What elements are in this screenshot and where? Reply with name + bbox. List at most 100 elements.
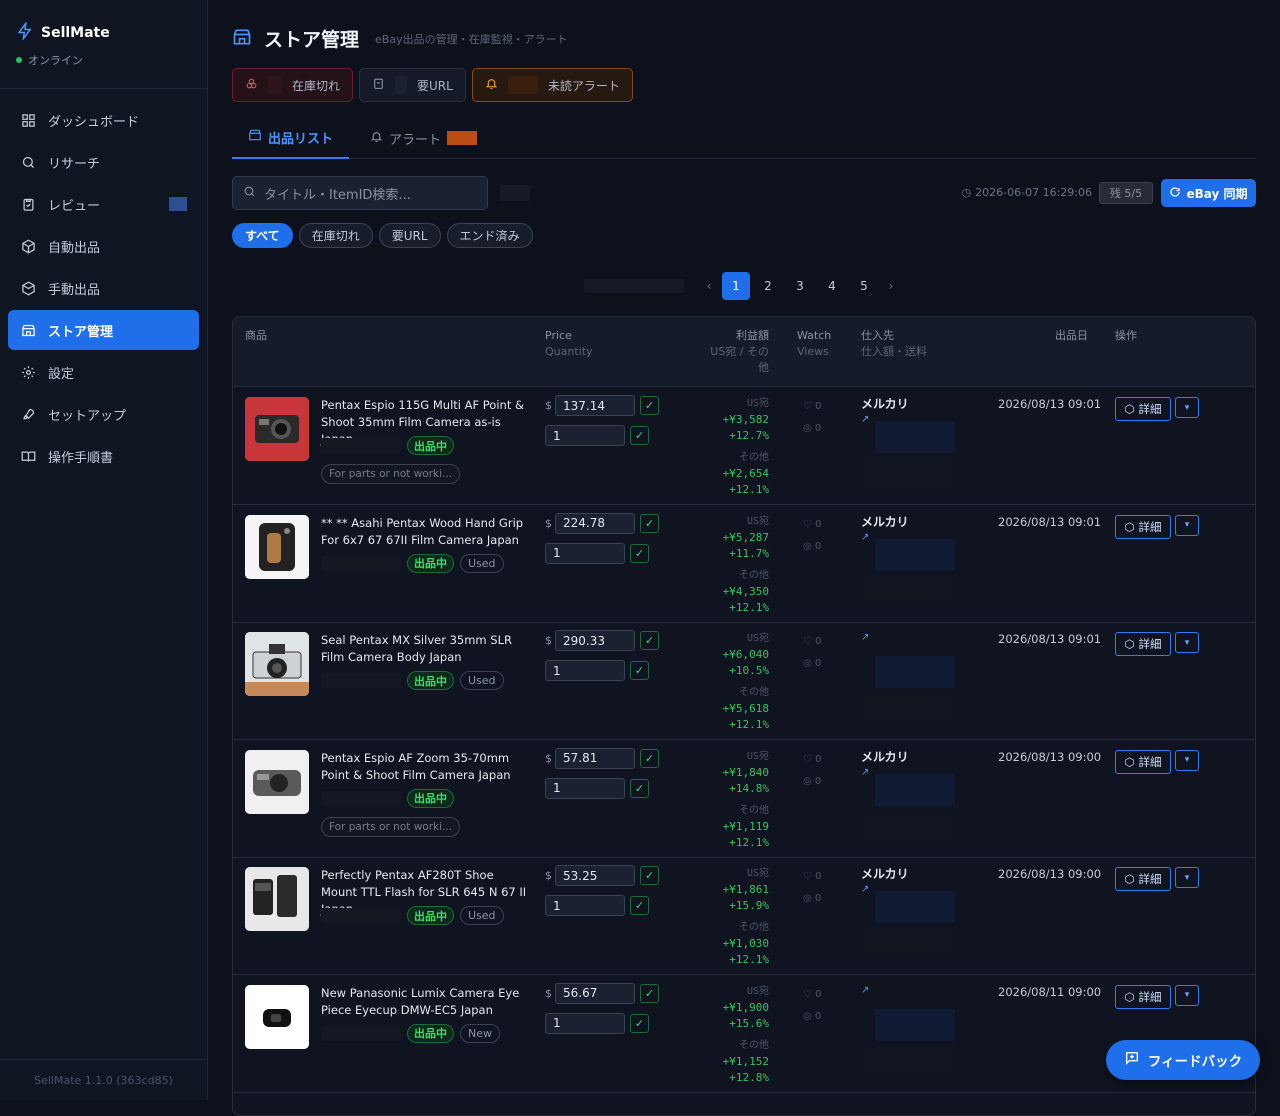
check-icon[interactable]: ✓ bbox=[630, 778, 649, 798]
on-sale-badge: 出品中 bbox=[407, 671, 454, 690]
watch-views-cell: ♡ 0 ◎ 0 bbox=[803, 514, 822, 558]
chevron-down-icon[interactable]: ▾ bbox=[1175, 514, 1199, 536]
product-thumbnail[interactable] bbox=[245, 867, 309, 931]
check-icon[interactable]: ✓ bbox=[630, 426, 649, 445]
supplier-shipping bbox=[861, 692, 953, 722]
product-title[interactable]: Seal Pentax MX Silver 35mm SLR Film Came… bbox=[321, 632, 531, 666]
filter-all[interactable]: すべて bbox=[232, 223, 293, 248]
brand[interactable]: SellMate bbox=[16, 20, 110, 44]
filter-out-of-stock[interactable]: 在庫切れ bbox=[298, 223, 373, 248]
sidebar-item-label: セットアップ bbox=[48, 408, 127, 424]
filter-need-url[interactable]: 要URL bbox=[378, 223, 441, 248]
out-of-stock-chip[interactable]: 在庫切れ bbox=[232, 68, 354, 102]
quantity-input[interactable]: 1 bbox=[545, 542, 625, 564]
sidebar-item-manual-listing[interactable]: 手動出品 bbox=[8, 268, 199, 308]
chevron-down-icon[interactable]: ▾ bbox=[1175, 867, 1199, 888]
quantity-input[interactable]: 1 bbox=[545, 895, 625, 916]
condition-note: For parts or not worki... bbox=[321, 464, 461, 484]
feedback-button[interactable]: フィードバック bbox=[1106, 1040, 1260, 1080]
col-quantity-label: Quantity bbox=[545, 345, 593, 358]
sidebar-item-auto-listing[interactable]: 自動出品 bbox=[8, 226, 199, 266]
sidebar-item-manual[interactable]: 操作手順書 bbox=[8, 436, 199, 476]
supplier-shipping bbox=[861, 574, 953, 605]
price-input[interactable]: 57.81 bbox=[555, 747, 635, 769]
quantity-input[interactable]: 1 bbox=[545, 777, 625, 799]
product-title[interactable]: Pentax Espio AF Zoom 35-70mm Point & Sho… bbox=[321, 750, 531, 784]
search-input[interactable]: タイトル・ItemID検索... bbox=[232, 176, 488, 210]
price-input[interactable]: 290.33 bbox=[555, 630, 635, 651]
check-icon[interactable]: ✓ bbox=[630, 661, 649, 680]
tab-listings[interactable]: 出品リスト bbox=[232, 117, 350, 159]
page-4[interactable]: 4 bbox=[816, 272, 848, 300]
external-link-icon[interactable]: ↗ bbox=[861, 985, 869, 996]
price-input[interactable]: 224.78 bbox=[555, 512, 635, 534]
detail-button[interactable]: ⬡ 詳細 bbox=[1115, 749, 1171, 774]
product-thumbnail[interactable] bbox=[245, 984, 309, 1049]
product-title[interactable]: New Panasonic Lumix Camera Eye Piece Eye… bbox=[321, 985, 531, 1019]
product-thumbnail[interactable] bbox=[245, 632, 309, 696]
check-icon[interactable]: ✓ bbox=[640, 748, 659, 768]
chevron-down-icon[interactable]: ▾ bbox=[1175, 749, 1199, 771]
page-1[interactable]: 1 bbox=[722, 272, 750, 300]
prev-page-button[interactable]: ‹ bbox=[698, 272, 720, 300]
product-thumbnail[interactable] bbox=[245, 514, 309, 579]
unread-alert-chip[interactable]: 未読アラート bbox=[471, 68, 633, 102]
check-icon[interactable]: ✓ bbox=[640, 866, 659, 885]
sidebar-item-label: ストア管理 bbox=[48, 324, 114, 340]
page-5[interactable]: 5 bbox=[848, 272, 880, 300]
next-page-button[interactable]: › bbox=[880, 272, 902, 300]
sidebar-item-setup[interactable]: セットアップ bbox=[8, 394, 199, 434]
chevron-down-icon[interactable]: ▾ bbox=[1175, 397, 1199, 418]
price-input[interactable]: 137.14 bbox=[555, 395, 635, 416]
quantity-input[interactable]: 1 bbox=[545, 425, 625, 446]
chevron-down-icon[interactable]: ▾ bbox=[1175, 632, 1199, 653]
quantity-input[interactable]: 1 bbox=[545, 1012, 625, 1034]
price-editor: $ 290.33 ✓ bbox=[545, 630, 659, 651]
detail-button[interactable]: ⬡ 詳細 bbox=[1115, 397, 1171, 421]
quantity-input[interactable]: 1 bbox=[545, 660, 625, 681]
page-3[interactable]: 3 bbox=[784, 272, 816, 300]
bolt-icon bbox=[16, 20, 34, 44]
sidebar-item-settings[interactable]: 設定 bbox=[8, 352, 199, 392]
page-2[interactable]: 2 bbox=[752, 272, 784, 300]
supplier-cell: メルカリ ↗ bbox=[861, 395, 955, 487]
check-icon[interactable]: ✓ bbox=[630, 896, 649, 915]
filter-ended[interactable]: エンド済み bbox=[446, 223, 533, 248]
check-icon[interactable]: ✓ bbox=[640, 513, 659, 533]
detail-button[interactable]: ⬡ 詳細 bbox=[1115, 632, 1171, 656]
tab-alerts[interactable]: アラート bbox=[354, 117, 493, 159]
product-title[interactable]: ** ** Asahi Pentax Wood Hand Grip For 6x… bbox=[321, 515, 531, 549]
check-icon[interactable]: ✓ bbox=[630, 543, 649, 563]
check-icon[interactable]: ✓ bbox=[640, 631, 659, 650]
price-input[interactable]: 53.25 bbox=[555, 865, 635, 886]
product-thumbnail[interactable] bbox=[245, 397, 309, 461]
supplier-price bbox=[875, 773, 955, 806]
clock-icon: ◷ bbox=[961, 186, 972, 199]
sidebar-item-research[interactable]: リサーチ bbox=[8, 142, 199, 182]
box-icon: ⬡ bbox=[1124, 872, 1135, 886]
price-input[interactable]: 56.67 bbox=[555, 982, 635, 1004]
table-header: 商品 Price Quantity 利益額 US宛 / その 他 Watch V… bbox=[233, 317, 1255, 387]
check-icon[interactable]: ✓ bbox=[640, 983, 659, 1003]
box-icon bbox=[20, 239, 36, 254]
detail-button[interactable]: ⬡ 詳細 bbox=[1115, 514, 1171, 539]
sidebar-item-review[interactable]: レビュー bbox=[8, 184, 199, 224]
check-icon[interactable]: ✓ bbox=[630, 1013, 649, 1033]
dollar-sign: $ bbox=[545, 751, 552, 765]
need-url-chip[interactable]: 要URL bbox=[359, 68, 466, 102]
sidebar-item-dashboard[interactable]: ダッシュボード bbox=[8, 100, 199, 140]
product-thumbnail[interactable] bbox=[245, 749, 309, 814]
watch-count: ♡ 0 bbox=[803, 871, 822, 882]
search-icon bbox=[20, 155, 36, 170]
detail-button[interactable]: ⬡ 詳細 bbox=[1115, 867, 1171, 891]
detail-label: 詳細 bbox=[1138, 989, 1162, 1004]
status-group: 出品中 Used bbox=[321, 553, 504, 573]
chevron-down-icon[interactable]: ▾ bbox=[1175, 984, 1199, 1006]
sidebar-item-label: 手動出品 bbox=[48, 282, 101, 298]
ebay-sync-button[interactable]: eBay 同期 bbox=[1161, 179, 1256, 207]
check-icon[interactable]: ✓ bbox=[640, 396, 659, 415]
sidebar-item-store[interactable]: ストア管理 bbox=[8, 310, 199, 350]
detail-button[interactable]: ⬡ 詳細 bbox=[1115, 984, 1171, 1009]
external-link-icon[interactable]: ↗ bbox=[861, 632, 869, 643]
other-profit-label: その他 bbox=[739, 922, 769, 933]
